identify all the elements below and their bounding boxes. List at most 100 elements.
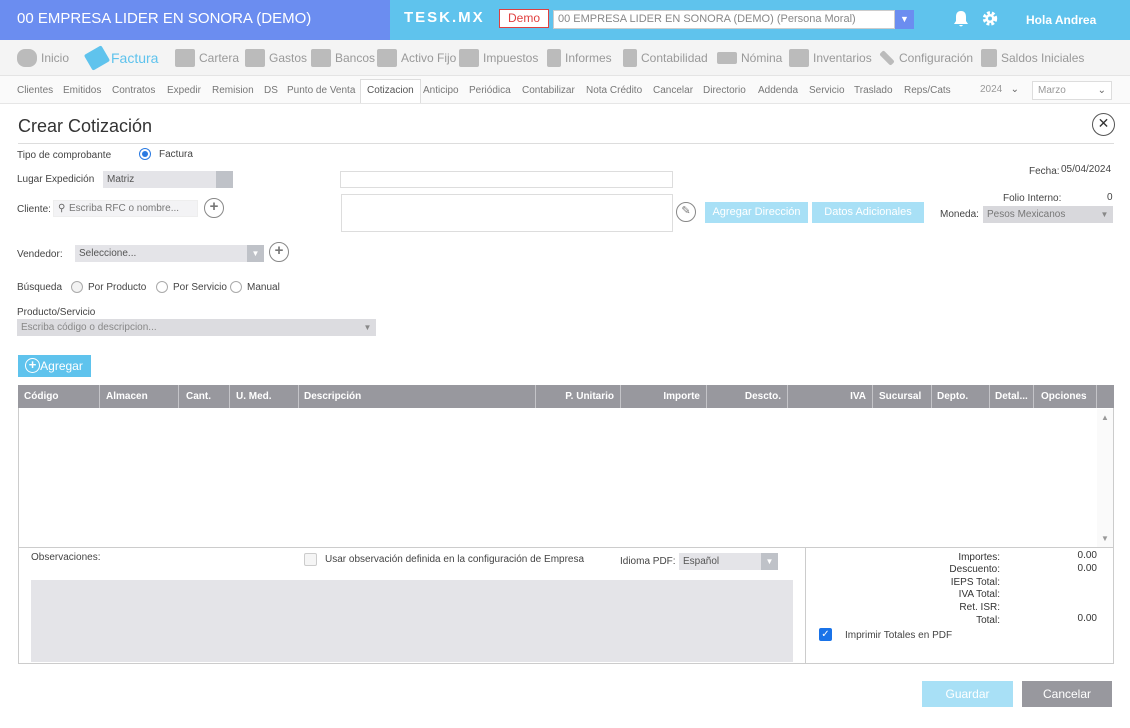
nav-informes[interactable]: Informes [547, 47, 612, 69]
agregar-direccion-button[interactable]: Agregar Dirección [705, 202, 808, 223]
tab-cotizacion[interactable]: Cotizacion [360, 79, 421, 103]
lugar-detail-field[interactable] [340, 171, 673, 188]
tab-emitidos[interactable]: Emitidos [63, 85, 101, 96]
table-scrollbar[interactable]: ▲ ▼ [1097, 409, 1113, 547]
tipo-factura-radio[interactable] [139, 148, 151, 160]
scroll-down-icon[interactable]: ▼ [1101, 534, 1109, 543]
col-descto[interactable]: Descto. [707, 385, 788, 408]
col-descripcion[interactable]: Descripción [299, 385, 536, 408]
observaciones-textarea[interactable] [31, 580, 793, 662]
moneda-select[interactable]: Pesos Mexicanos ▼ [983, 206, 1113, 223]
safe-icon [311, 49, 331, 67]
col-p-unitario[interactable]: P. Unitario [536, 385, 621, 408]
col-codigo[interactable]: Código [18, 385, 100, 408]
nav-inventarios[interactable]: Inventarios [789, 47, 872, 69]
brand-logo: TESK.MX [404, 9, 485, 26]
tab-servicio[interactable]: Servicio [809, 85, 845, 96]
main-nav: Inicio Factura Cartera Gastos Bancos Act… [0, 40, 1130, 76]
nav-cartera[interactable]: Cartera [175, 47, 239, 69]
tab-remision[interactable]: Remision [212, 85, 254, 96]
lugar-select[interactable]: Matriz [103, 171, 233, 188]
nav-inicio[interactable]: Inicio [17, 47, 69, 69]
col-iva[interactable]: IVA [788, 385, 873, 408]
producto-select[interactable]: Escriba código o descripcion... ▼ [17, 319, 376, 336]
tab-clientes[interactable]: Clientes [17, 85, 53, 96]
gear-icon[interactable] [981, 9, 999, 28]
tab-nota-credito[interactable]: Nota Crédito [586, 85, 642, 96]
busqueda-producto-label: Por Producto [88, 282, 147, 293]
tab-periodica[interactable]: Periódica [469, 85, 511, 96]
chevron-down-icon: ⌄ [1097, 85, 1106, 96]
tab-contratos[interactable]: Contratos [112, 85, 155, 96]
nav-saldos-iniciales[interactable]: Saldos Iniciales [981, 47, 1084, 69]
col-opciones[interactable]: Opciones [1034, 385, 1097, 408]
cart-icon [245, 49, 265, 67]
busqueda-producto-radio[interactable] [71, 281, 83, 293]
nav-impuestos[interactable]: Impuestos [459, 47, 538, 69]
busqueda-servicio-radio[interactable] [156, 281, 168, 293]
col-sucursal[interactable]: Sucursal [873, 385, 932, 408]
user-greeting[interactable]: Hola Andrea [1026, 13, 1096, 27]
guardar-button[interactable]: Guardar [922, 681, 1013, 707]
usar-observacion-checkbox[interactable] [304, 553, 317, 566]
company-select[interactable]: 00 EMPRESA LIDER EN SONORA (DEMO) (Perso… [553, 10, 895, 29]
col-u-med[interactable]: U. Med. [230, 385, 299, 408]
cancelar-button[interactable]: Cancelar [1022, 681, 1112, 707]
tag-icon [83, 45, 111, 71]
col-detalle[interactable]: Detal... [990, 385, 1034, 408]
cliente-detail-field[interactable] [341, 194, 673, 232]
agregar-button[interactable]: + Agregar [18, 355, 91, 377]
bell-icon[interactable] [953, 10, 969, 28]
busqueda-manual-radio[interactable] [230, 281, 242, 293]
nav-factura[interactable]: Factura [83, 45, 158, 71]
pencil-icon[interactable]: ✎ [676, 202, 696, 222]
table-header: Código Almacen Cant. U. Med. Descripción… [18, 385, 1114, 408]
tab-addenda[interactable]: Addenda [758, 85, 798, 96]
month-select[interactable]: Marzo ⌄ [1032, 81, 1112, 100]
datos-adicionales-button[interactable]: Datos Adicionales [812, 202, 924, 223]
nav-nomina[interactable]: Nómina [717, 47, 782, 69]
nav-activo-fijo[interactable]: Activo Fijo [377, 47, 456, 69]
add-vendedor-button[interactable]: + [269, 242, 289, 262]
tab-reps-cats[interactable]: Reps/Cats [904, 85, 951, 96]
wrench-icon [879, 50, 895, 66]
col-importe[interactable]: Importe [621, 385, 707, 408]
imprimir-totales-checkbox[interactable]: ✓ [819, 628, 832, 641]
idioma-label: Idioma PDF: [620, 556, 676, 567]
page-title: Crear Cotización [18, 116, 153, 136]
nav-contabilidad[interactable]: Contabilidad [623, 47, 708, 69]
wallet-icon [175, 49, 195, 67]
search-icon: ⚲ [58, 203, 66, 214]
col-depto[interactable]: Depto. [932, 385, 990, 408]
company-name: 00 EMPRESA LIDER EN SONORA (DEMO) [0, 0, 390, 40]
close-icon[interactable]: ✕ [1092, 113, 1115, 136]
tab-punto-de-venta[interactable]: Punto de Venta [287, 85, 355, 96]
tab-traslado[interactable]: Traslado [854, 85, 893, 96]
fecha-label: Fecha: [1029, 166, 1060, 177]
chevron-down-icon[interactable]: ▼ [895, 10, 914, 29]
idioma-select[interactable]: Español ▼ [679, 553, 778, 570]
divider [805, 548, 806, 664]
tab-directorio[interactable]: Directorio [703, 85, 746, 96]
ledger-icon [623, 49, 637, 67]
moneda-label: Moneda: [940, 209, 979, 220]
nav-gastos[interactable]: Gastos [245, 47, 307, 69]
year-select[interactable]: 2024 ⌄ [975, 81, 1024, 100]
col-cant[interactable]: Cant. [179, 385, 230, 408]
folio-label: Folio Interno: [1003, 193, 1062, 204]
cliente-search-input[interactable]: ⚲ Escriba RFC o nombre... [53, 200, 198, 217]
tab-ds[interactable]: DS [264, 85, 278, 96]
scroll-up-icon[interactable]: ▲ [1101, 413, 1109, 422]
tab-contabilizar[interactable]: Contabilizar [522, 85, 575, 96]
tab-expedir[interactable]: Expedir [167, 85, 201, 96]
vendedor-select[interactable]: Seleccione... ▼ [75, 245, 264, 262]
nav-configuracion[interactable]: Configuración [879, 47, 973, 69]
tipo-label: Tipo de comprobante [17, 150, 112, 161]
tab-cancelar[interactable]: Cancelar [653, 85, 693, 96]
chevron-down-icon: ▼ [247, 245, 264, 262]
usar-observacion-label: Usar observación definida en la configur… [325, 554, 585, 565]
add-cliente-button[interactable]: + [204, 198, 224, 218]
nav-bancos[interactable]: Bancos [311, 47, 375, 69]
col-almacen[interactable]: Almacen [100, 385, 179, 408]
tab-anticipo[interactable]: Anticipo [423, 85, 459, 96]
